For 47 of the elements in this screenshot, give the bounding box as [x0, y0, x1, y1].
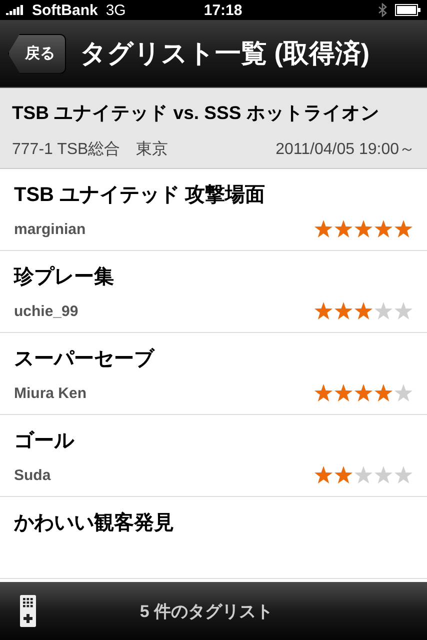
tag-title: TSB ユナイテッド 攻撃場面 — [14, 183, 266, 208]
network-type: 3G — [106, 2, 126, 18]
status-time: 17:18 — [204, 2, 242, 18]
star-icon — [354, 384, 373, 402]
star-icon — [354, 466, 373, 484]
star-icon — [394, 220, 413, 238]
star-icon — [334, 384, 353, 402]
star-icon — [314, 220, 333, 238]
tag-title: かわいい観客発見 — [14, 510, 175, 536]
tag-list-row[interactable]: TSB ユナイテッド 攻撃場面 marginian — [0, 169, 427, 251]
star-icon — [354, 302, 373, 320]
signal-icon — [6, 5, 24, 15]
tag-title: ゴール — [14, 429, 76, 454]
match-title: TSB ユナイテッド vs. SSS ホットライオン — [12, 101, 380, 125]
star-icon — [374, 220, 393, 238]
star-icon — [314, 466, 333, 484]
star-icon — [334, 302, 353, 320]
star-icon — [334, 220, 353, 238]
tag-list-count: 5 件のタグリスト — [138, 600, 274, 622]
tag-list-row[interactable]: かわいい観客発見 — [0, 497, 427, 579]
star-icon — [374, 302, 393, 320]
tag-author: Suda — [14, 466, 51, 484]
star-icon — [334, 466, 353, 484]
tag-title: スーパーセーブ — [14, 346, 156, 372]
battery-icon — [395, 4, 421, 16]
nav-title: タグリスト一覧 (取得済) — [80, 37, 370, 70]
tag-list-row[interactable]: 珍プレー集 uchie_99 — [0, 251, 427, 333]
star-icon — [374, 384, 393, 402]
tag-author: Miura Ken — [14, 384, 87, 402]
tag-author: uchie_99 — [14, 302, 78, 320]
star-icon — [354, 220, 373, 238]
star-icon — [374, 466, 393, 484]
tag-author: marginian — [14, 220, 86, 238]
remote-control-icon[interactable] — [20, 595, 36, 627]
carrier-name: SoftBank — [32, 2, 98, 18]
tag-list-row[interactable]: スーパーセーブ Miura Ken — [0, 333, 427, 415]
star-icon — [394, 302, 413, 320]
bluetooth-icon — [378, 3, 387, 17]
match-channel: 777-1 TSB総合 東京 — [12, 140, 168, 160]
star-icon — [394, 384, 413, 402]
star-icon — [314, 302, 333, 320]
back-button[interactable]: 戻る — [8, 34, 66, 74]
match-datetime: 2011/04/05 19:00～ — [276, 140, 415, 160]
star-icon — [394, 466, 413, 484]
tag-list-row[interactable]: ゴール Suda — [0, 415, 427, 497]
star-icon — [314, 384, 333, 402]
tag-title: 珍プレー集 — [14, 264, 115, 290]
